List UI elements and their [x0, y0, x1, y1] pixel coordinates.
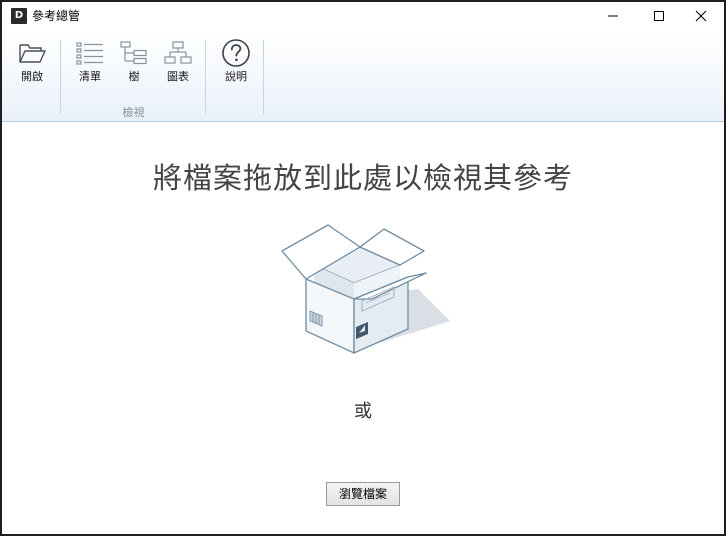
chart-view-button[interactable]: 圖表	[156, 38, 200, 90]
drop-instructions: 將檔案拖放到此處以檢視其參考	[152, 161, 573, 195]
folder-open-icon	[16, 38, 48, 68]
or-separator-text: 或	[354, 401, 372, 422]
app-icon: D	[11, 8, 27, 24]
tree-view-button[interactable]: 樹	[112, 38, 156, 90]
maximize-button[interactable]	[636, 2, 682, 30]
ribbon-separator	[205, 40, 206, 114]
app-window: D 參考總管 開啟 清單 樹 圖表 檢視 說明 將檔案拖放到此處以檢視其參考 或…	[0, 0, 726, 536]
open-button[interactable]: 開啟	[10, 38, 54, 90]
drop-zone[interactable]: 將檔案拖放到此處以檢視其參考 或 瀏覽檔案	[2, 123, 724, 534]
help-button[interactable]: 說明	[214, 38, 258, 90]
help-icon	[220, 38, 252, 68]
list-label: 清單	[79, 70, 101, 83]
close-button[interactable]	[678, 2, 724, 30]
open-box-icon	[281, 224, 450, 355]
list-view-button[interactable]: 清單	[68, 38, 112, 90]
list-icon	[74, 38, 106, 68]
chart-icon	[162, 38, 194, 68]
window-title: 參考總管	[32, 9, 81, 23]
view-group-label: 檢視	[122, 106, 145, 119]
minimize-icon	[608, 15, 618, 17]
tree-label: 樹	[128, 70, 140, 83]
chart-label: 圖表	[167, 70, 189, 83]
maximize-icon	[654, 11, 664, 21]
tree-icon	[118, 38, 150, 68]
close-icon	[695, 10, 707, 22]
browse-files-button[interactable]: 瀏覽檔案	[326, 482, 400, 506]
ribbon-separator	[263, 40, 264, 114]
help-label: 說明	[225, 70, 247, 83]
open-label: 開啟	[21, 70, 43, 83]
ribbon-separator	[60, 40, 61, 114]
minimize-button[interactable]	[590, 2, 636, 30]
title-bar: D 參考總管	[2, 2, 724, 30]
ribbon-toolbar: 開啟 清單 樹 圖表 檢視 說明	[2, 30, 724, 122]
